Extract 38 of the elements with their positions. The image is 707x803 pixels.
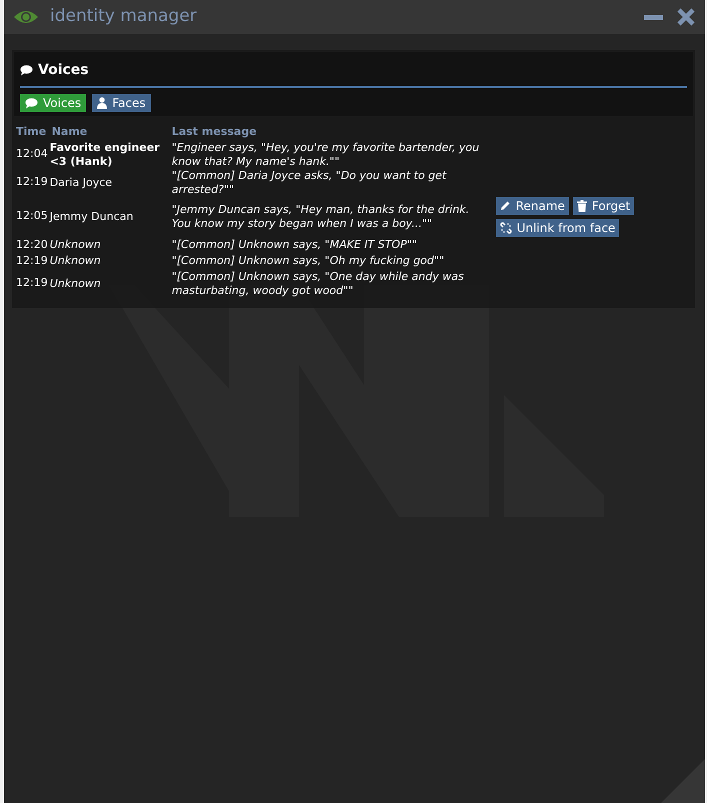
message-cell-text: "[Common] Unknown says, "MAKE IT STOP"" xyxy=(170,236,418,253)
speech-bubble-icon xyxy=(25,98,38,108)
message-cell-text: "[Common] Daria Joyce asks, "Do you want to get arrested?"" xyxy=(170,168,448,196)
name-cell-text: Unknown xyxy=(50,253,102,270)
name-cell-text: Unknown xyxy=(50,236,102,253)
speech-bubble-icon xyxy=(20,65,33,76)
message-cell-text: "Engineer says, "Hey, you're my favorite bartender, you know that? My name's hank."" xyxy=(170,140,480,168)
trash-icon xyxy=(576,200,587,212)
time-cell-text: 12:05 xyxy=(15,208,49,224)
tab[interactable]: Faces xyxy=(92,94,151,112)
time-cell-text: 12:19 xyxy=(15,275,49,292)
column-header: Name xyxy=(50,124,88,140)
broken-chain-icon xyxy=(500,222,512,234)
message-cell-text: "[Common] Unknown says, "Oh my fucking god"" xyxy=(170,253,446,270)
section-title: Voices xyxy=(38,61,89,80)
time-cell-text: 12:19 xyxy=(15,253,49,269)
name-cell-text: Daria Joyce xyxy=(50,174,114,190)
column-header: Last message xyxy=(170,124,258,140)
name-cell-text: Jemmy Duncan xyxy=(50,208,134,224)
action-button[interactable]: Forget xyxy=(572,196,634,214)
close-icon[interactable] xyxy=(677,8,695,26)
resize-handle-icon[interactable] xyxy=(661,759,705,803)
pencil-icon xyxy=(500,200,511,211)
time-cell-text: 12:20 xyxy=(15,236,49,252)
column-header: Time xyxy=(15,124,48,140)
name-cell-text: Unknown xyxy=(50,276,102,292)
message-cell-text: "Jemmy Duncan says, "Hey man, thanks for the drink. You know my story began when I was a boy..."" xyxy=(170,202,470,232)
time-cell-text: 12:04 xyxy=(15,146,49,162)
minimize-icon[interactable] xyxy=(644,14,663,20)
tab[interactable]: Voices xyxy=(20,94,86,112)
person-icon xyxy=(97,97,108,109)
message-cell-text: "[Common] Unknown says, "One day while andy was masturbating, woody got wood"" xyxy=(170,270,465,298)
action-button[interactable]: Unlink from face xyxy=(496,218,620,236)
window-title: identity manager xyxy=(50,5,197,28)
action-button[interactable]: Rename xyxy=(496,196,569,214)
eye-icon xyxy=(14,9,38,25)
name-cell-text: Favorite engineer <3 (Hank) xyxy=(50,140,161,168)
time-cell-text: 12:19 xyxy=(15,174,49,190)
